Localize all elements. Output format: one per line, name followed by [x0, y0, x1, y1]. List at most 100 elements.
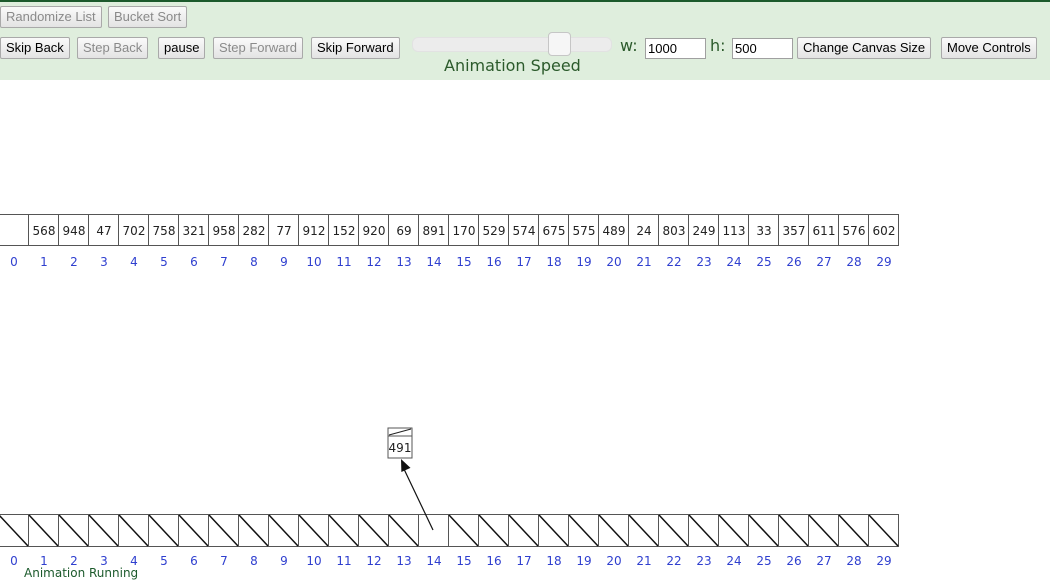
- height-label: h:: [710, 36, 726, 55]
- array-index-label: 12: [366, 255, 381, 269]
- array-cell-value: 77: [276, 224, 291, 238]
- skip-back-button[interactable]: Skip Back: [0, 37, 70, 59]
- array-cell-value: 611: [813, 224, 836, 238]
- array-cell-value: 170: [453, 224, 476, 238]
- bucket-index-label: 13: [396, 554, 411, 568]
- array-cell-value: 675: [543, 224, 566, 238]
- array-cell-value: 321: [183, 224, 206, 238]
- array-cell-value: 958: [213, 224, 236, 238]
- bucket-sort-button[interactable]: Bucket Sort: [108, 6, 188, 28]
- array-cell-value: 948: [63, 224, 86, 238]
- animation-canvas: 568 948 47 702 758 321 958 282 77 912 152 920 69 891 1…: [0, 214, 899, 568]
- bucket-index-label: 28: [846, 554, 861, 568]
- bucket-index-label: 25: [756, 554, 771, 568]
- move-controls-button[interactable]: Move Controls: [941, 37, 1037, 59]
- bucket-index-label: 15: [456, 554, 471, 568]
- arrow-head: [401, 459, 411, 472]
- array-index-label: 25: [756, 255, 771, 269]
- canvas-width-input[interactable]: [645, 38, 706, 59]
- array-index-label: 21: [636, 255, 651, 269]
- array-cell-value: 803: [663, 224, 686, 238]
- array-index-label: 22: [666, 255, 681, 269]
- array-index-label: 3: [100, 255, 108, 269]
- randomize-list-button[interactable]: Randomize List: [0, 6, 102, 28]
- skip-forward-button[interactable]: Skip Forward: [311, 37, 400, 59]
- array-index-label: 15: [456, 255, 471, 269]
- step-back-button[interactable]: Step Back: [77, 37, 149, 59]
- array-index-label: 19: [576, 255, 591, 269]
- slider-thumb[interactable]: [548, 32, 572, 56]
- bucket-index-label: 20: [606, 554, 621, 568]
- array-index-label: 27: [816, 255, 831, 269]
- array-cell: [0, 214, 29, 246]
- array-index-label: 20: [606, 255, 621, 269]
- bucket-index-label: 8: [250, 554, 258, 568]
- array-index-label: 6: [190, 255, 198, 269]
- canvas-height-input[interactable]: [732, 38, 793, 59]
- array-index-label: 11: [336, 255, 351, 269]
- array-index-label: 29: [876, 255, 891, 269]
- array-index-label: 1: [40, 255, 48, 269]
- array-cell-value: 702: [123, 224, 146, 238]
- bucket-row: 0 1 2 3 4 5 6 7 8 9 10 11 12 13 14 15 16 17 18 19 20 21 22 23 24…: [0, 514, 899, 568]
- bucket-index-label: 17: [516, 554, 531, 568]
- array-cell-value: 24: [636, 224, 651, 238]
- bucket-index-label: 6: [190, 554, 198, 568]
- bucket-index-label: 9: [280, 554, 288, 568]
- bucket-index-label: 27: [816, 554, 831, 568]
- array-index-label: 23: [696, 255, 711, 269]
- bucket-index-label: 19: [576, 554, 591, 568]
- bucket-index-label: 12: [366, 554, 381, 568]
- step-forward-button[interactable]: Step Forward: [213, 37, 304, 59]
- bucket-index-label: 21: [636, 554, 651, 568]
- bucket-index-label: 23: [696, 554, 711, 568]
- array-index-label: 0: [10, 255, 18, 269]
- array-index-label: 5: [160, 255, 168, 269]
- array-row: 568 948 47 702 758 321 958 282 77 912 152 920 69 891 1…: [0, 214, 899, 269]
- array-index-label: 18: [546, 255, 561, 269]
- bucket-cell: [418, 514, 449, 547]
- bucket-index-label: 24: [726, 554, 741, 568]
- array-cell-value: 152: [333, 224, 356, 238]
- array-index-label: 8: [250, 255, 258, 269]
- array-cell-value: 529: [483, 224, 506, 238]
- bucket-index-label: 0: [10, 554, 18, 568]
- array-cell-value: 568: [33, 224, 56, 238]
- bucket-index-label: 5: [160, 554, 168, 568]
- array-index-label: 7: [220, 255, 228, 269]
- array-cell-value: 282: [243, 224, 266, 238]
- array-cell-value: 575: [573, 224, 596, 238]
- bucket-index-label: 29: [876, 554, 891, 568]
- array-index-label: 28: [846, 255, 861, 269]
- array-cell-value: 576: [843, 224, 866, 238]
- animation-speed-slider[interactable]: [412, 37, 612, 52]
- array-cell-value: 357: [783, 224, 806, 238]
- array-cell-value: 912: [303, 224, 326, 238]
- control-panel: Randomize List Bucket Sort Skip Back Ste…: [0, 0, 1050, 80]
- bucket-index-label: 22: [666, 554, 681, 568]
- bucket-index-label: 11: [336, 554, 351, 568]
- animation-speed-label: Animation Speed: [444, 56, 581, 75]
- array-cell-value: 920: [363, 224, 386, 238]
- array-cell-value: 33: [756, 224, 771, 238]
- array-cell-value: 891: [423, 224, 446, 238]
- status-text: Animation Running: [24, 566, 139, 580]
- array-index-label: 26: [786, 255, 801, 269]
- floating-node: 491: [387, 427, 413, 459]
- pause-button[interactable]: pause: [158, 37, 206, 59]
- array-index-label: 9: [280, 255, 288, 269]
- array-cell-value: 69: [396, 224, 411, 238]
- array-index-label: 17: [516, 255, 531, 269]
- bucket-index-label: 14: [426, 554, 441, 568]
- array-cell-value: 489: [603, 224, 626, 238]
- change-canvas-size-button[interactable]: Change Canvas Size: [797, 37, 932, 59]
- array-index-label: 2: [70, 255, 78, 269]
- array-cell-value: 47: [96, 224, 111, 238]
- array-index-label: 10: [306, 255, 321, 269]
- array-cell-value: 113: [723, 224, 746, 238]
- bucket-index-label: 16: [486, 554, 501, 568]
- node-value: 491: [389, 441, 412, 455]
- array-cell-value: 249: [693, 224, 716, 238]
- bucket-index-label: 10: [306, 554, 321, 568]
- array-cell-value: 574: [513, 224, 536, 238]
